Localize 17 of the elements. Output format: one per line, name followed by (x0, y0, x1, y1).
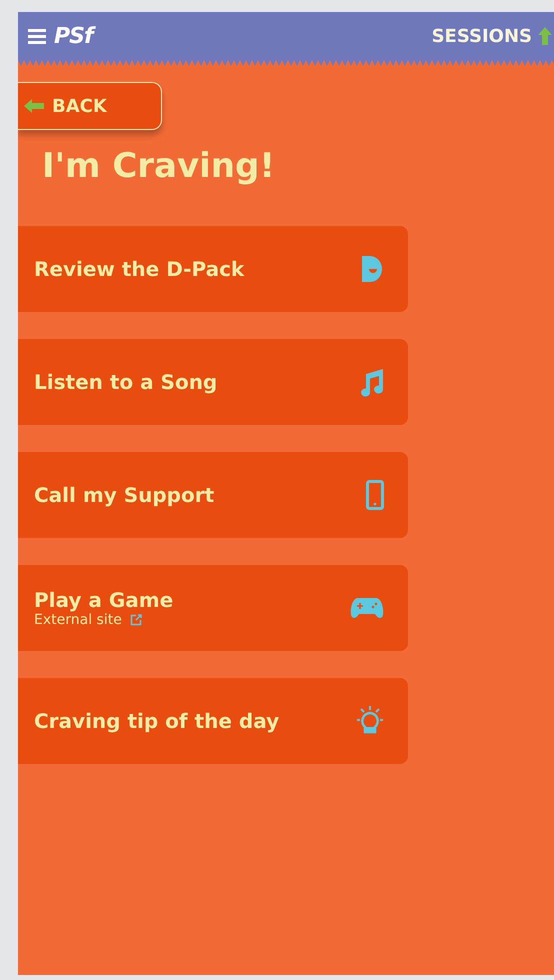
external-link-icon (130, 614, 142, 626)
d-logo-icon (360, 256, 384, 282)
back-arrow-icon (24, 99, 44, 113)
up-arrow-icon (538, 27, 552, 45)
back-button[interactable]: BACK (18, 82, 162, 130)
logo: PSf (54, 24, 93, 48)
menu-item[interactable]: Call my Support (18, 452, 408, 538)
menu-icon[interactable] (28, 28, 46, 44)
sessions-button[interactable]: SESSIONS (432, 26, 554, 46)
menu-item[interactable]: Craving tip of the day (18, 678, 408, 764)
page-title: I'm Craving! (42, 146, 275, 186)
music-note-icon (358, 367, 384, 397)
menu-item[interactable]: Play a Game External site (18, 565, 408, 651)
menu-item[interactable]: Review the D-Pack (18, 226, 408, 312)
phone-icon (366, 480, 384, 510)
menu-item[interactable]: Listen to a Song (18, 339, 408, 425)
gamepad-icon (350, 597, 384, 619)
